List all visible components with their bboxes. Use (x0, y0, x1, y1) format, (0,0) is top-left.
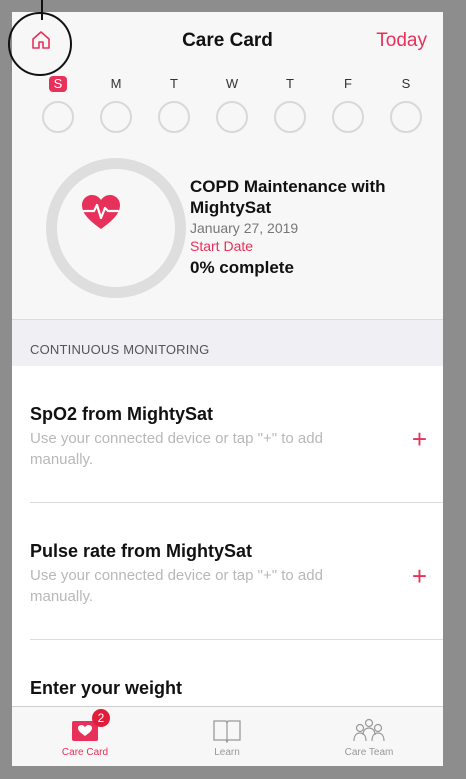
section-title: CONTINUOUS MONITORING (30, 342, 210, 357)
people-icon (353, 718, 385, 742)
day-progress-ring[interactable] (332, 101, 364, 133)
plan-date: January 27, 2019 (190, 220, 299, 236)
day-label-mon[interactable]: M (99, 76, 133, 92)
item-title: SpO2 from MightySat (30, 404, 214, 424)
nav-bar: Care Card Today (12, 12, 443, 68)
notification-badge: 2 (92, 709, 110, 727)
plan-title: COPD Maintenance with MightySat (190, 177, 386, 217)
add-button[interactable]: + (412, 426, 427, 452)
plan-summary: COPD Maintenance with MightySat January … (12, 144, 443, 319)
section-header: CONTINUOUS MONITORING (12, 319, 443, 366)
list-item[interactable]: Pulse rate from MightySat Use your conne… (12, 503, 443, 640)
day-label-thu[interactable]: T (273, 76, 307, 92)
list-item[interactable]: SpO2 from MightySat Use your connected d… (12, 366, 443, 503)
day-progress-ring[interactable] (42, 101, 74, 133)
today-button[interactable]: Today (376, 30, 427, 52)
book-icon (213, 720, 241, 743)
day-label-fri[interactable]: F (331, 76, 365, 92)
tab-bar: 2 Care Card Learn Care Team (12, 706, 443, 766)
tab-label: Care Card (61, 747, 109, 758)
item-subtitle: Use your connected device or tap "+" to … (30, 567, 323, 605)
day-progress-ring[interactable] (274, 101, 306, 133)
tab-care-card[interactable]: 2 Care Card (30, 707, 140, 766)
tab-care-team[interactable]: Care Team (314, 707, 424, 766)
day-progress-ring[interactable] (216, 101, 248, 133)
item-title: Enter your weight (30, 678, 183, 698)
week-strip: S M T W T F S (12, 68, 443, 144)
phone-screen: Care Card Today S M T W T F S COPD Maint… (12, 12, 443, 766)
item-title: Pulse rate from MightySat (30, 541, 253, 561)
tab-learn[interactable]: Learn (172, 707, 282, 766)
day-progress-ring[interactable] (100, 101, 132, 133)
completion-text: 0% complete (190, 258, 294, 277)
day-label-sat[interactable]: S (389, 76, 423, 92)
heart-icon (82, 195, 120, 229)
day-label-wed[interactable]: W (215, 76, 249, 92)
start-date-label: Start Date (190, 238, 254, 254)
callout-circle (8, 12, 72, 76)
item-subtitle: Use your connected device or tap "+" to … (30, 430, 323, 468)
tab-label: Learn (214, 747, 240, 758)
day-label-sun[interactable]: S (41, 76, 75, 92)
day-progress-ring[interactable] (158, 101, 190, 133)
day-progress-ring[interactable] (390, 101, 422, 133)
tab-label: Care Team (344, 747, 394, 758)
add-button[interactable]: + (412, 563, 427, 589)
day-label-tue[interactable]: T (157, 76, 191, 92)
